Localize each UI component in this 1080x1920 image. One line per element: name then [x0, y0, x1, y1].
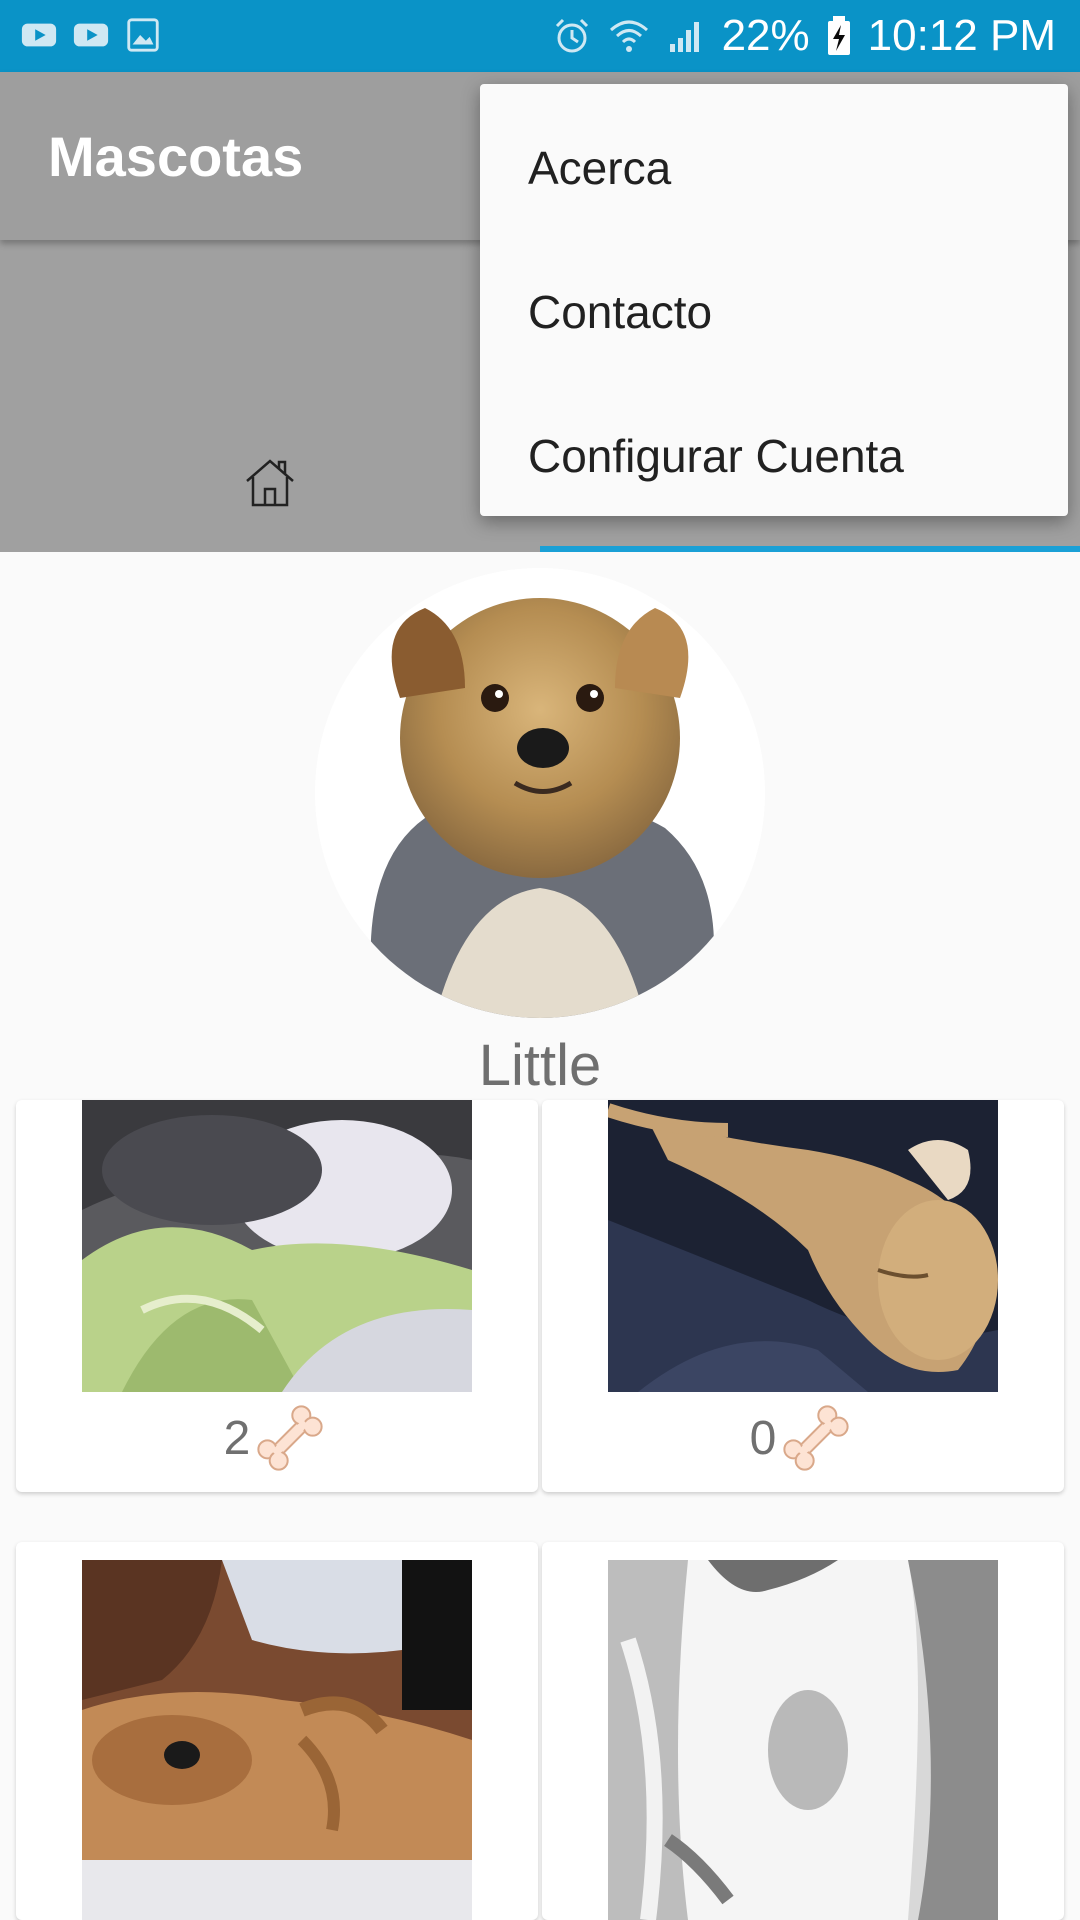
wifi-icon — [609, 20, 648, 52]
like-counter: 2 — [16, 1398, 538, 1478]
gallery-icon — [127, 18, 159, 52]
menu-item-contacto[interactable]: Contacto — [480, 240, 1068, 384]
app-title: Mascotas — [48, 125, 304, 188]
pet-photo-cat — [608, 1560, 998, 1920]
battery-percent: 22% — [721, 11, 810, 60]
like-counter: 0 — [542, 1398, 1064, 1478]
menu-item-configurar-cuenta[interactable]: Configurar Cuenta — [480, 384, 1068, 528]
battery-charging-icon — [827, 16, 850, 55]
status-bar: 22% 10:12 PM — [0, 0, 1080, 72]
clock: 10:12 PM — [867, 11, 1056, 60]
avatar — [315, 568, 765, 1018]
pet-photo-dog — [608, 1100, 998, 1392]
tab-indicator — [540, 546, 1080, 552]
pet-photo-dog — [82, 1560, 472, 1920]
pet-name: Little — [478, 1033, 602, 1098]
youtube-icon — [73, 23, 109, 47]
gallery-card[interactable]: 0 — [542, 1100, 1064, 1492]
signal-icon — [669, 22, 699, 52]
bone-icon[interactable] — [250, 1398, 330, 1478]
like-count: 2 — [223, 1411, 251, 1465]
overflow-menu: Acerca Contacto Configurar Cuenta — [480, 84, 1068, 516]
pet-photo-cat — [82, 1100, 472, 1392]
gallery-card[interactable]: 2 — [16, 1100, 538, 1492]
alarm-icon — [555, 18, 588, 53]
gallery-card[interactable] — [16, 1542, 538, 1920]
youtube-icon — [21, 23, 57, 47]
menu-item-acerca[interactable]: Acerca — [480, 96, 1068, 240]
gallery-card[interactable] — [542, 1542, 1064, 1920]
bone-icon[interactable] — [776, 1398, 856, 1478]
like-count: 0 — [749, 1411, 777, 1465]
home-icon[interactable] — [243, 455, 297, 509]
dog-photo — [315, 568, 765, 1018]
